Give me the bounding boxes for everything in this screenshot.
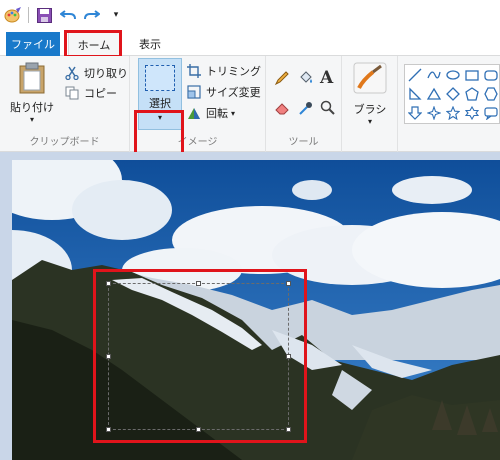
image-group-label: イメージ xyxy=(177,137,218,148)
hexagon-shape-icon[interactable] xyxy=(481,84,500,103)
tools-group-label: ツール xyxy=(288,137,319,148)
shapes-gallery xyxy=(404,64,500,124)
color-picker-icon[interactable] xyxy=(298,100,314,119)
customize-dropdown-icon[interactable]: ▾ xyxy=(107,6,125,24)
crop-label: トリミング xyxy=(206,65,261,78)
select-button[interactable]: 選択 ▾ xyxy=(138,58,182,130)
toolbar-divider xyxy=(28,7,29,23)
right-triangle-shape-icon[interactable] xyxy=(443,84,462,103)
eraser-icon[interactable] xyxy=(274,100,290,119)
brushes-button[interactable]: ブラシ ▾ xyxy=(348,62,392,126)
rounded-rectangle-shape-icon[interactable] xyxy=(481,65,500,84)
text-icon[interactable]: A xyxy=(320,68,333,88)
scissors-icon xyxy=(64,65,80,81)
crop-button[interactable]: トリミング xyxy=(186,62,261,80)
copy-icon xyxy=(64,85,80,101)
selection-handle-bottom-left[interactable] xyxy=(106,427,111,432)
selection-handle-bottom-right[interactable] xyxy=(286,427,291,432)
tab-view[interactable]: 表示 xyxy=(128,32,172,56)
magnifier-icon[interactable] xyxy=(320,100,336,119)
resize-label: サイズ変更 xyxy=(206,86,261,99)
selection-handle-top-right[interactable] xyxy=(286,281,291,286)
rotate-dropdown-icon[interactable]: ▾ xyxy=(231,109,235,118)
clipboard-group-label: クリップボード xyxy=(29,137,100,148)
oval-shape-icon[interactable] xyxy=(443,65,462,84)
redo-icon[interactable] xyxy=(83,6,101,24)
rotate-button[interactable]: 回転 ▾ xyxy=(186,104,235,122)
save-icon[interactable] xyxy=(35,6,53,24)
select-dropdown-icon[interactable]: ▾ xyxy=(139,113,181,122)
quick-access-toolbar: ▾ xyxy=(0,0,500,30)
brushes-label: ブラシ xyxy=(353,103,387,116)
undo-icon[interactable] xyxy=(59,6,77,24)
clipboard-group: 貼り付け ▾ 切り取り コピー クリップボード xyxy=(0,56,130,152)
cut-label: 切り取り xyxy=(84,67,128,80)
star-five-shape-icon[interactable] xyxy=(443,103,462,122)
crop-icon xyxy=(186,63,202,79)
selection-handle-bottom[interactable] xyxy=(196,427,201,432)
paste-icon xyxy=(18,62,46,97)
selection-handle-right[interactable] xyxy=(286,354,291,359)
copy-label: コピー xyxy=(84,87,117,100)
resize-icon xyxy=(186,84,202,100)
resize-button[interactable]: サイズ変更 xyxy=(186,83,261,101)
select-rectangle-icon xyxy=(145,65,175,91)
callout-shape-icon[interactable] xyxy=(481,103,500,122)
paste-label: 貼り付け xyxy=(10,101,54,114)
cut-button[interactable]: 切り取り xyxy=(64,64,128,82)
copy-button[interactable]: コピー xyxy=(64,84,117,102)
ribbon-tabs: ファイル ホーム 表示 xyxy=(0,30,500,57)
tab-file[interactable]: ファイル xyxy=(6,32,60,56)
selection-rectangle[interactable] xyxy=(108,283,289,430)
pencil-icon[interactable] xyxy=(274,70,290,89)
star-six-shape-icon[interactable] xyxy=(462,103,481,122)
curve-shape-icon[interactable] xyxy=(424,65,443,84)
rectangle-shape-icon[interactable] xyxy=(462,65,481,84)
paste-dropdown-icon[interactable]: ▾ xyxy=(30,115,34,124)
polygon-shape-icon[interactable] xyxy=(405,84,424,103)
brushes-dropdown-icon[interactable]: ▾ xyxy=(368,117,372,126)
selection-handle-top[interactable] xyxy=(196,281,201,286)
line-shape-icon[interactable] xyxy=(405,65,424,84)
select-label: 選択 xyxy=(149,97,171,110)
paint-app-icon[interactable] xyxy=(4,6,22,24)
selection-handle-top-left[interactable] xyxy=(106,281,111,286)
rotate-label: 回転 xyxy=(206,107,228,120)
triangle-shape-icon[interactable] xyxy=(424,84,443,103)
ribbon: 貼り付け ▾ 切り取り コピー クリップボード イメージ 選択 ▾ トリミング … xyxy=(0,56,500,156)
brush-icon xyxy=(353,62,387,97)
arrow-down-shape-icon[interactable] xyxy=(405,103,424,122)
selection-handle-left[interactable] xyxy=(106,354,111,359)
star-four-shape-icon[interactable] xyxy=(424,103,443,122)
tab-home[interactable]: ホーム xyxy=(68,32,120,57)
fill-bucket-icon[interactable] xyxy=(298,70,314,89)
rotate-icon xyxy=(186,105,202,121)
pentagon-shape-icon[interactable] xyxy=(462,84,481,103)
paste-button[interactable]: 貼り付け ▾ xyxy=(10,62,54,124)
